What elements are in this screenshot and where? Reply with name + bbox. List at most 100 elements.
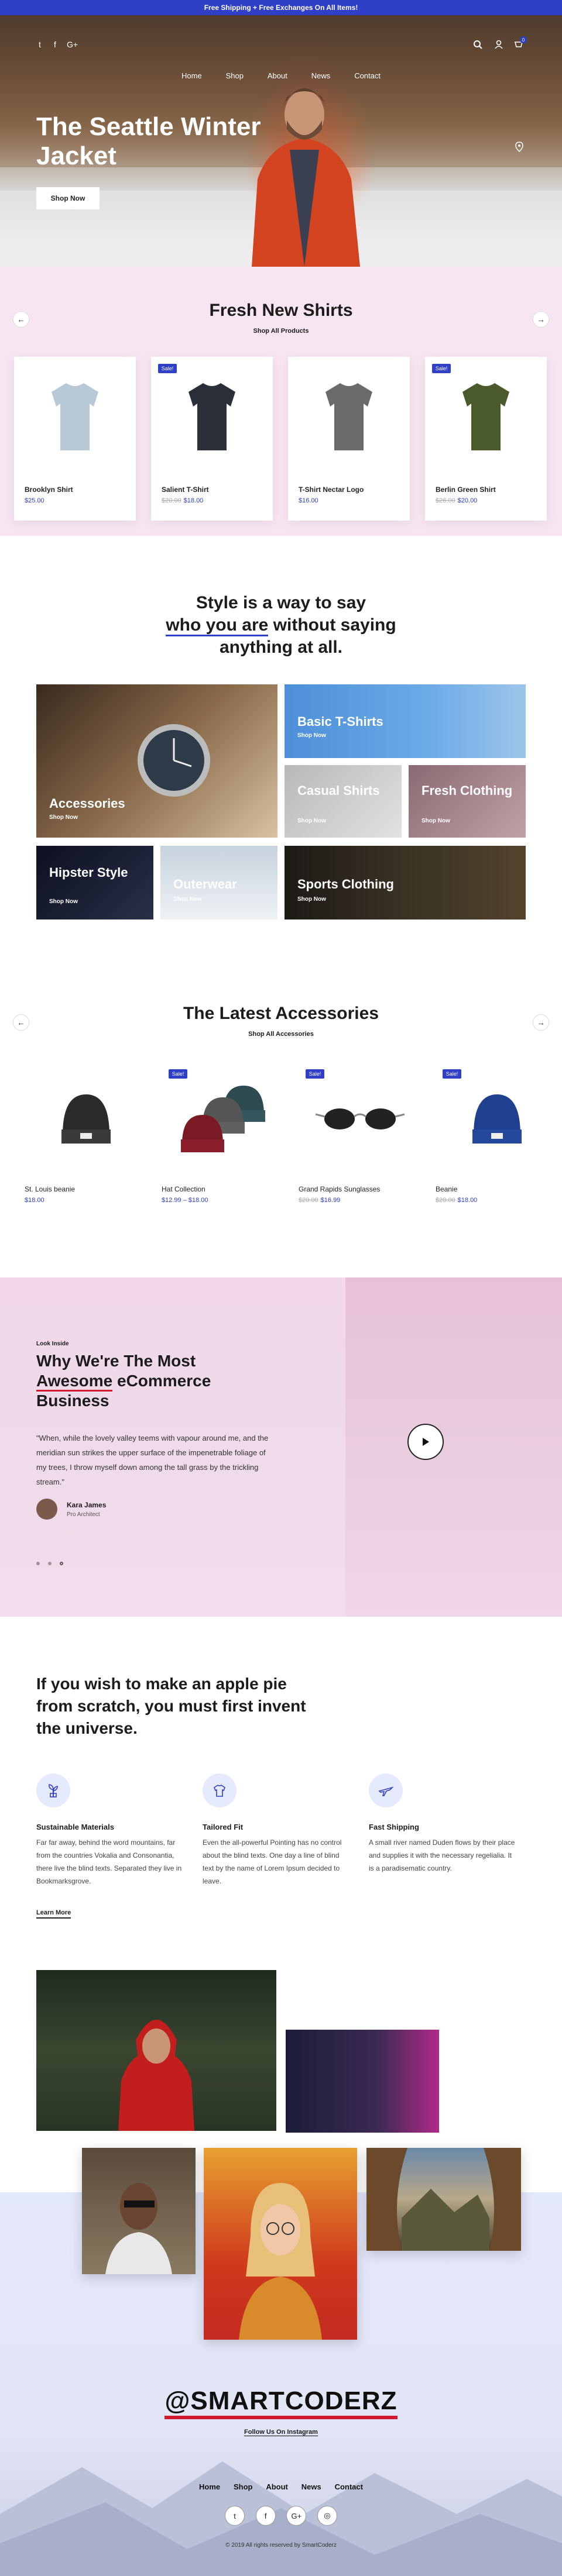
product-image[interactable]	[151, 357, 273, 474]
category-tile-fresh-clothing[interactable]: Fresh Clothing Shop Now	[409, 765, 526, 838]
tile-shop-link[interactable]: Shop Now	[297, 896, 326, 903]
twitter-icon[interactable]: t	[225, 2506, 245, 2526]
feature-item: Tailored Fit Even the all-powerful Point…	[203, 1773, 349, 1888]
instagram-icon[interactable]: ◎	[317, 2506, 337, 2526]
why-title: Why We're The Most Awesome eCommerce Bus…	[36, 1351, 306, 1411]
tile-shop-link[interactable]: Shop Now	[49, 814, 78, 821]
announcement-bar: Free Shipping + Free Exchanges On All It…	[0, 0, 562, 15]
accessory-name[interactable]: Beanie	[436, 1185, 457, 1193]
why-title-highlight: Awesome	[36, 1372, 113, 1392]
dot[interactable]	[36, 1562, 40, 1565]
accessory-image[interactable]	[25, 1062, 148, 1173]
instagram-photo-sunglasses-man[interactable]	[82, 2148, 196, 2274]
facebook-icon[interactable]: f	[54, 40, 56, 49]
accessory-name[interactable]: St. Louis beanie	[25, 1185, 75, 1193]
author-name: Kara James	[67, 1501, 107, 1509]
tile-shop-link[interactable]: Shop Now	[422, 818, 450, 824]
footer-link-contact[interactable]: Contact	[335, 2482, 363, 2491]
shirts-shop-all-link[interactable]: Shop All Products	[0, 328, 562, 335]
feature-title: Fast Shipping	[369, 1823, 419, 1831]
product-card[interactable]: Brooklyn Shirt $25.00	[14, 357, 136, 521]
footer-link-shop[interactable]: Shop	[234, 2482, 253, 2491]
accessory-card[interactable]: Sale! Beanie $20.00 $18.00	[436, 1062, 558, 1214]
category-tile-basic-tshirts[interactable]: Basic T-Shirts Shop Now	[285, 684, 526, 758]
accessory-image[interactable]	[162, 1062, 285, 1173]
accessories-next-arrow-icon[interactable]: →	[533, 1014, 549, 1031]
hero-title: The Seattle Winter Jacket	[36, 112, 261, 170]
category-tile-casual-shirts[interactable]: Casual Shirts Shop Now	[285, 765, 402, 838]
footer-link-news[interactable]: News	[301, 2482, 321, 2491]
category-tile-outerwear[interactable]: Outerwear Shop Now	[160, 846, 277, 919]
footer-link-about[interactable]: About	[266, 2482, 288, 2491]
product-name[interactable]: T-Shirt Nectar Logo	[299, 485, 364, 494]
accessories-prev-arrow-icon[interactable]: ←	[13, 1014, 29, 1031]
shirts-section: Fresh New Shirts Shop All Products ← → B…	[0, 267, 562, 536]
product-name[interactable]: Salient T-Shirt	[162, 485, 209, 494]
author-role: Pro Architect	[67, 1511, 100, 1518]
shirts-prev-arrow-icon[interactable]: ←	[13, 311, 29, 328]
instagram-handle[interactable]: @SMARTCODERZ	[165, 2386, 397, 2419]
product-image[interactable]	[425, 357, 547, 474]
hero-section: t f G+ Home Shop About News Contact 0 Th…	[0, 15, 562, 267]
category-tile-accessories[interactable]: Accessories Shop Now	[36, 684, 277, 838]
instagram-follow-link[interactable]: Follow Us On Instagram	[244, 2429, 318, 2436]
footer-nav: Home Shop About News Contact	[199, 2482, 363, 2491]
nav-contact[interactable]: Contact	[354, 71, 381, 80]
product-price: $20.00 $18.00	[162, 497, 203, 504]
accessory-card[interactable]: Sale! Hat Collection $12.99 – $18.00	[162, 1062, 285, 1214]
footer-link-home[interactable]: Home	[199, 2482, 220, 2491]
facebook-icon[interactable]: f	[255, 2506, 276, 2526]
feature-title: Tailored Fit	[203, 1823, 244, 1831]
instagram-photo-tent-view[interactable]	[366, 2148, 521, 2251]
product-card[interactable]: Sale! Berlin Green Shirt $26.00 $20.00	[425, 357, 547, 521]
tile-shop-link[interactable]: Shop Now	[173, 896, 202, 903]
product-card[interactable]: T-Shirt Nectar Logo $16.00	[288, 357, 410, 521]
learn-more-link[interactable]: Learn More	[36, 1909, 71, 1919]
nav-shop[interactable]: Shop	[226, 71, 244, 80]
accessory-price: $20.00 $16.99	[299, 1197, 340, 1204]
accessory-name[interactable]: Hat Collection	[162, 1185, 205, 1193]
accessory-card[interactable]: Sale! Grand Rapids Sunglasses $20.00 $16.…	[299, 1062, 422, 1214]
google-plus-icon[interactable]: G+	[67, 40, 78, 49]
product-image[interactable]	[288, 357, 410, 474]
accessories-shop-all-link[interactable]: Shop All Accessories	[0, 1031, 562, 1038]
watch-image	[138, 724, 210, 797]
account-icon[interactable]	[494, 40, 503, 49]
instagram-photo-red-hoodie[interactable]	[36, 1970, 276, 2131]
tshirt-icon	[462, 383, 509, 450]
category-tile-sports-clothing[interactable]: Sports Clothing Shop Now	[285, 846, 526, 919]
dot[interactable]	[48, 1562, 52, 1565]
instagram-photo-neon-street[interactable]	[286, 2030, 439, 2133]
avatar	[36, 1499, 57, 1520]
google-plus-icon[interactable]: G+	[286, 2506, 307, 2526]
nav-home[interactable]: Home	[181, 71, 202, 80]
map-pin-icon[interactable]	[515, 142, 523, 152]
feature-text: A small river named Duden flows by their…	[369, 1838, 515, 1872]
play-video-button[interactable]	[407, 1424, 444, 1460]
price-old: $26.00	[436, 497, 455, 504]
accessory-image[interactable]	[299, 1062, 422, 1173]
instagram-photo-blonde-woman[interactable]	[204, 2148, 357, 2340]
product-card[interactable]: Sale! Salient T-Shirt $20.00 $18.00	[151, 357, 273, 521]
tile-shop-link[interactable]: Shop Now	[297, 732, 326, 739]
accessory-image[interactable]	[436, 1062, 558, 1173]
product-name[interactable]: Brooklyn Shirt	[25, 485, 73, 494]
dot-active[interactable]	[60, 1562, 63, 1565]
feature-text: Far far away, behind the word mountains,…	[36, 1838, 182, 1885]
nav-about[interactable]: About	[268, 71, 287, 80]
nav-news[interactable]: News	[311, 71, 331, 80]
shirts-next-arrow-icon[interactable]: →	[533, 311, 549, 328]
product-image[interactable]	[14, 357, 136, 474]
search-icon[interactable]	[473, 40, 482, 49]
product-name[interactable]: Berlin Green Shirt	[436, 485, 496, 494]
accessory-name[interactable]: Grand Rapids Sunglasses	[299, 1185, 380, 1193]
tile-shop-link[interactable]: Shop Now	[49, 898, 78, 905]
category-tile-hipster-style[interactable]: Hipster Style Shop Now	[36, 846, 153, 919]
accessory-card[interactable]: St. Louis beanie $18.00	[25, 1062, 148, 1214]
beanie-image	[472, 1094, 522, 1144]
twitter-icon[interactable]: t	[39, 40, 41, 49]
plane-icon	[369, 1773, 403, 1807]
shop-now-button[interactable]: Shop Now	[36, 187, 100, 209]
accessory-price: $18.00	[25, 1197, 44, 1204]
tile-shop-link[interactable]: Shop Now	[297, 818, 326, 824]
